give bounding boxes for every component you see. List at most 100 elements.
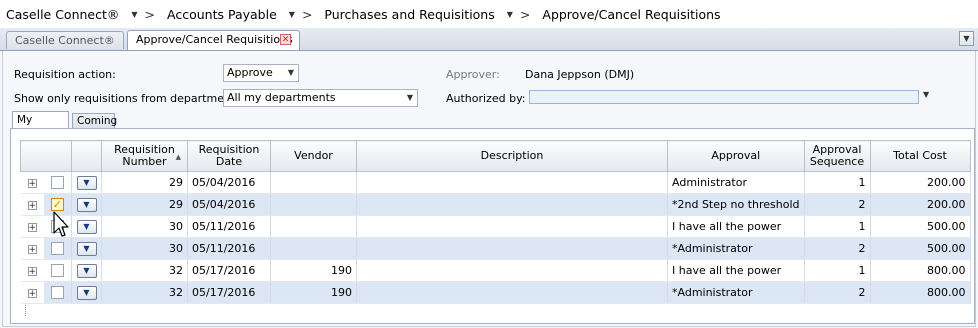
table-row[interactable]: + ✓ ▼ 29 05/04/2016 *2nd Step no thresho… — [20, 193, 971, 216]
action-cell: ▼ — [71, 193, 102, 216]
header-approval[interactable]: Approval — [667, 140, 805, 172]
description-cell — [356, 215, 668, 238]
approval-sequence-cell: 2 — [804, 237, 871, 260]
expand-cell: + — [20, 259, 44, 282]
document-tabstrip: Caselle Connect® Approve/Cancel Requisit… — [0, 28, 978, 51]
table-row[interactable]: + ▼ 32 05/17/2016 190 *Administrator 2 8… — [20, 281, 971, 304]
department-select[interactable]: All my departments ▼ — [223, 89, 418, 107]
breadcrumb-item-caselle-connect[interactable]: Caselle Connect® — [6, 7, 119, 22]
approval-cell: Administrator — [667, 171, 805, 194]
main-frame: Requisition action: Approve ▼ Show only … — [2, 51, 976, 327]
approval-sequence-cell: 1 — [804, 171, 871, 194]
header-requisition-number[interactable]: Requisition Number ▲ — [101, 140, 188, 172]
requisition-date-cell: 05/04/2016 — [187, 193, 271, 216]
vendor-cell — [270, 215, 357, 238]
requisition-number-cell: 30 — [101, 215, 188, 238]
row-menu-button[interactable]: ▼ — [76, 197, 97, 212]
tab-approve-cancel-requisitions[interactable]: Approve/Cancel Requisitions ✕ — [127, 30, 300, 50]
chevron-down-icon[interactable]: ▼ — [289, 10, 295, 19]
expand-cell: + — [20, 237, 44, 260]
requisition-number-cell: 32 — [101, 259, 188, 282]
breadcrumb-item-accounts-payable[interactable]: Accounts Payable — [167, 7, 277, 22]
table-row[interactable]: + ▼ 29 05/04/2016 Administrator 1 200.00 — [20, 171, 971, 194]
header-label: Requisition Number — [114, 143, 175, 168]
row-menu-button[interactable]: ▼ — [76, 285, 97, 300]
expand-cell: + — [20, 215, 44, 238]
requisitions-grid: Requisition Number ▲ Requisition Date Ve… — [10, 128, 975, 324]
select-cell — [43, 281, 72, 304]
breadcrumb-item-approve-cancel: Approve/Cancel Requisitions — [542, 6, 721, 22]
tab-coming[interactable]: Coming — [72, 113, 117, 129]
row-checkbox[interactable] — [50, 286, 64, 300]
authorized-by-label: Authorized by: — [446, 92, 526, 105]
total-cost-cell: 500.00 — [870, 215, 971, 238]
expand-plus-icon[interactable]: + — [27, 200, 37, 210]
row-checkbox[interactable] — [50, 176, 64, 190]
requisition-number-cell: 29 — [101, 171, 188, 194]
table-row[interactable]: + ▼ 32 05/17/2016 190 I have all the pow… — [20, 259, 971, 282]
breadcrumb-separator: > — [519, 6, 531, 22]
chevron-down-icon[interactable]: ▼ — [507, 10, 513, 19]
requisition-number-cell: 30 — [101, 237, 188, 260]
description-cell — [356, 237, 668, 260]
table-header-row: Requisition Number ▲ Requisition Date Ve… — [20, 140, 971, 172]
requisition-number-cell: 32 — [101, 281, 188, 304]
expand-plus-icon[interactable]: + — [27, 266, 37, 276]
approval-cell: I have all the power — [667, 259, 805, 282]
chevron-down-icon: ▼ — [406, 93, 413, 102]
close-icon[interactable]: ✕ — [280, 34, 291, 45]
breadcrumb-separator: > — [144, 6, 156, 22]
requisition-date-cell: 05/11/2016 — [187, 215, 271, 238]
header-requisition-date[interactable]: Requisition Date — [187, 140, 271, 172]
vendor-cell — [270, 237, 357, 260]
tab-list-menu-button[interactable]: ▼ — [959, 31, 974, 46]
table-row[interactable]: + ▼ 30 05/11/2016 *Administrator 2 500.0… — [20, 237, 971, 260]
chevron-down-icon[interactable]: ▼ — [923, 90, 929, 99]
breadcrumb-separator: > — [301, 6, 313, 22]
expand-plus-icon[interactable]: + — [27, 222, 37, 232]
approval-cell: *Administrator — [667, 281, 805, 304]
action-cell: ▼ — [71, 237, 102, 260]
expand-plus-icon[interactable]: + — [27, 288, 37, 298]
tab-my-queue[interactable]: My Queue — [12, 111, 69, 143]
sort-ascending-icon: ▲ — [175, 153, 181, 161]
expand-plus-icon[interactable]: + — [27, 244, 37, 254]
row-menu-button[interactable]: ▼ — [76, 241, 97, 256]
header-vendor[interactable]: Vendor — [270, 140, 357, 172]
authorized-by-input[interactable] — [529, 90, 919, 104]
row-menu-button[interactable]: ▼ — [76, 263, 97, 278]
approval-cell: *2nd Step no threshold — [667, 193, 805, 216]
tab-caselle-connect[interactable]: Caselle Connect® — [6, 31, 124, 49]
vendor-cell — [270, 193, 357, 216]
row-checkbox[interactable] — [50, 242, 64, 256]
vendor-cell — [270, 171, 357, 194]
table-row[interactable]: + ▼ 30 05/11/2016 I have all the power 1… — [20, 215, 971, 238]
requisition-date-cell: 05/17/2016 — [187, 259, 271, 282]
breadcrumb: Caselle Connect® ▼ > Accounts Payable ▼ > … — [0, 0, 978, 28]
approval-sequence-cell: 2 — [804, 281, 871, 304]
row-menu-button[interactable]: ▼ — [76, 219, 97, 234]
chevron-down-icon[interactable]: ▼ — [131, 10, 137, 19]
header-approval-sequence[interactable]: Approval Sequence — [803, 140, 871, 172]
total-cost-cell: 800.00 — [870, 259, 971, 282]
chevron-down-icon: ▼ — [287, 68, 294, 77]
approval-sequence-cell: 2 — [804, 193, 871, 216]
requisitions-table: Requisition Number ▲ Requisition Date Ve… — [20, 140, 971, 304]
header-total-cost[interactable]: Total Cost — [869, 140, 971, 172]
breadcrumb-item-purchases-requisitions[interactable]: Purchases and Requisitions — [324, 7, 494, 22]
select-cell — [43, 259, 72, 282]
requisition-date-cell: 05/17/2016 — [187, 281, 271, 304]
mouse-pointer-icon — [53, 211, 69, 237]
row-checkbox-checked[interactable]: ✓ — [50, 198, 64, 212]
expand-cell: + — [20, 281, 44, 304]
requisition-date-cell: 05/04/2016 — [187, 171, 271, 194]
header-description[interactable]: Description — [356, 140, 668, 172]
row-checkbox[interactable] — [50, 264, 64, 278]
vendor-cell: 190 — [270, 259, 357, 282]
expand-plus-icon[interactable]: + — [27, 178, 37, 188]
row-menu-button[interactable]: ▼ — [76, 175, 97, 190]
approval-cell: I have all the power — [667, 215, 805, 238]
approver-value: Dana Jeppson (DMJ) — [525, 68, 635, 81]
total-cost-cell: 200.00 — [870, 171, 971, 194]
requisition-action-select[interactable]: Approve ▼ — [223, 64, 299, 82]
